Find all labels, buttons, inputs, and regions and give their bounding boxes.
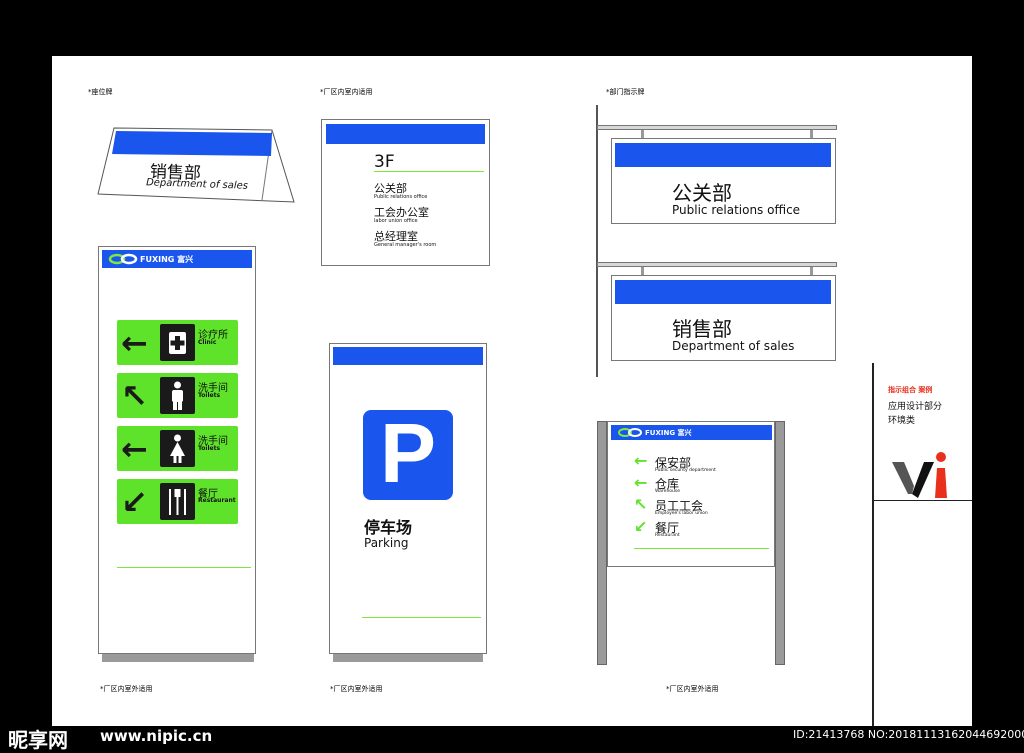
wall-line	[596, 105, 598, 377]
item-en: Toilets	[198, 445, 221, 452]
arrow-up-left-icon: ↖	[634, 495, 648, 514]
section-label-dept: *部门指示牌	[606, 88, 645, 96]
hanging-sign-header	[615, 280, 831, 304]
watermark-id: ID:21413768 NO:20181113162044692000	[793, 728, 1024, 741]
parking-divider	[362, 617, 481, 618]
parking-letter: P	[379, 406, 437, 500]
arrow-left-icon: ←	[634, 451, 648, 470]
parking-header	[333, 347, 483, 365]
floor-divider	[374, 171, 484, 172]
item-en: Restaurant	[198, 497, 236, 504]
watermark-url: www.nipic.cn	[100, 727, 213, 745]
floor-row-en: Public relations office	[374, 194, 428, 200]
brand-name: FUXING 富兴	[645, 429, 692, 437]
item-en: Restaurant	[655, 533, 680, 538]
item-en: Clinic	[198, 339, 217, 346]
section-label-outdoor-1: *厂区内室外适用	[100, 685, 153, 693]
hanging-sign-subtitle: Department of sales	[672, 339, 795, 353]
board-divider	[634, 548, 769, 549]
arrow-left-icon: ←	[121, 324, 148, 362]
arrow-left-icon: ←	[634, 473, 648, 492]
brand-logo-icon	[108, 253, 138, 265]
section-label-desk: *座位牌	[88, 88, 113, 96]
arrow-down-left-icon: ↙	[121, 483, 148, 521]
man-icon	[160, 377, 195, 414]
woman-icon	[160, 430, 195, 467]
hanging-rod	[597, 125, 837, 130]
hanging-sign-subtitle: Public relations office	[672, 203, 801, 217]
arrow-up-left-icon: ↖	[121, 377, 148, 415]
floor-row-en: labor union office	[374, 218, 418, 224]
hanging-sign-title: 公关部	[672, 181, 732, 205]
side-card-title: 指示组合 案例	[888, 386, 933, 394]
brand-name: FUXING 富兴	[140, 255, 194, 264]
section-label-indoor: *厂区内室内适用	[320, 88, 373, 96]
cutlery-icon	[160, 483, 195, 520]
item-en: Public security department	[655, 468, 716, 473]
floor-row-en: General manager's room	[374, 242, 437, 248]
brand-logo-icon	[618, 428, 642, 437]
watermark-brand: 昵享网	[8, 728, 68, 752]
hanging-rod	[597, 262, 837, 267]
board-post-left	[597, 421, 607, 665]
arrow-left-icon: ←	[121, 430, 148, 468]
arrow-down-left-icon: ↙	[634, 517, 648, 536]
hanging-sign-header	[615, 143, 831, 167]
clinic-icon	[160, 324, 195, 361]
outdoor-board	[607, 421, 775, 567]
item-en: Employee's labor union	[655, 511, 708, 516]
side-card-line: 应用设计部分	[888, 402, 943, 412]
floor-sign-header	[326, 124, 485, 144]
item-en: Toilets	[198, 392, 221, 399]
board-post-right	[775, 421, 785, 665]
side-card-line: 环境类	[888, 416, 916, 426]
side-card-lower	[872, 500, 972, 726]
parking-title: 停车场	[364, 518, 413, 537]
totem-divider	[117, 567, 251, 568]
floor-number: 3F	[374, 152, 395, 172]
parking-subtitle: Parking	[364, 536, 409, 550]
section-label-outdoor-3: *厂区内室外适用	[666, 685, 719, 693]
section-label-outdoor-2: *厂区内室外适用	[330, 685, 383, 693]
hanging-sign-title: 销售部	[672, 317, 732, 341]
item-en: Warehouse	[655, 489, 681, 494]
vi-logo-icon	[892, 452, 947, 498]
